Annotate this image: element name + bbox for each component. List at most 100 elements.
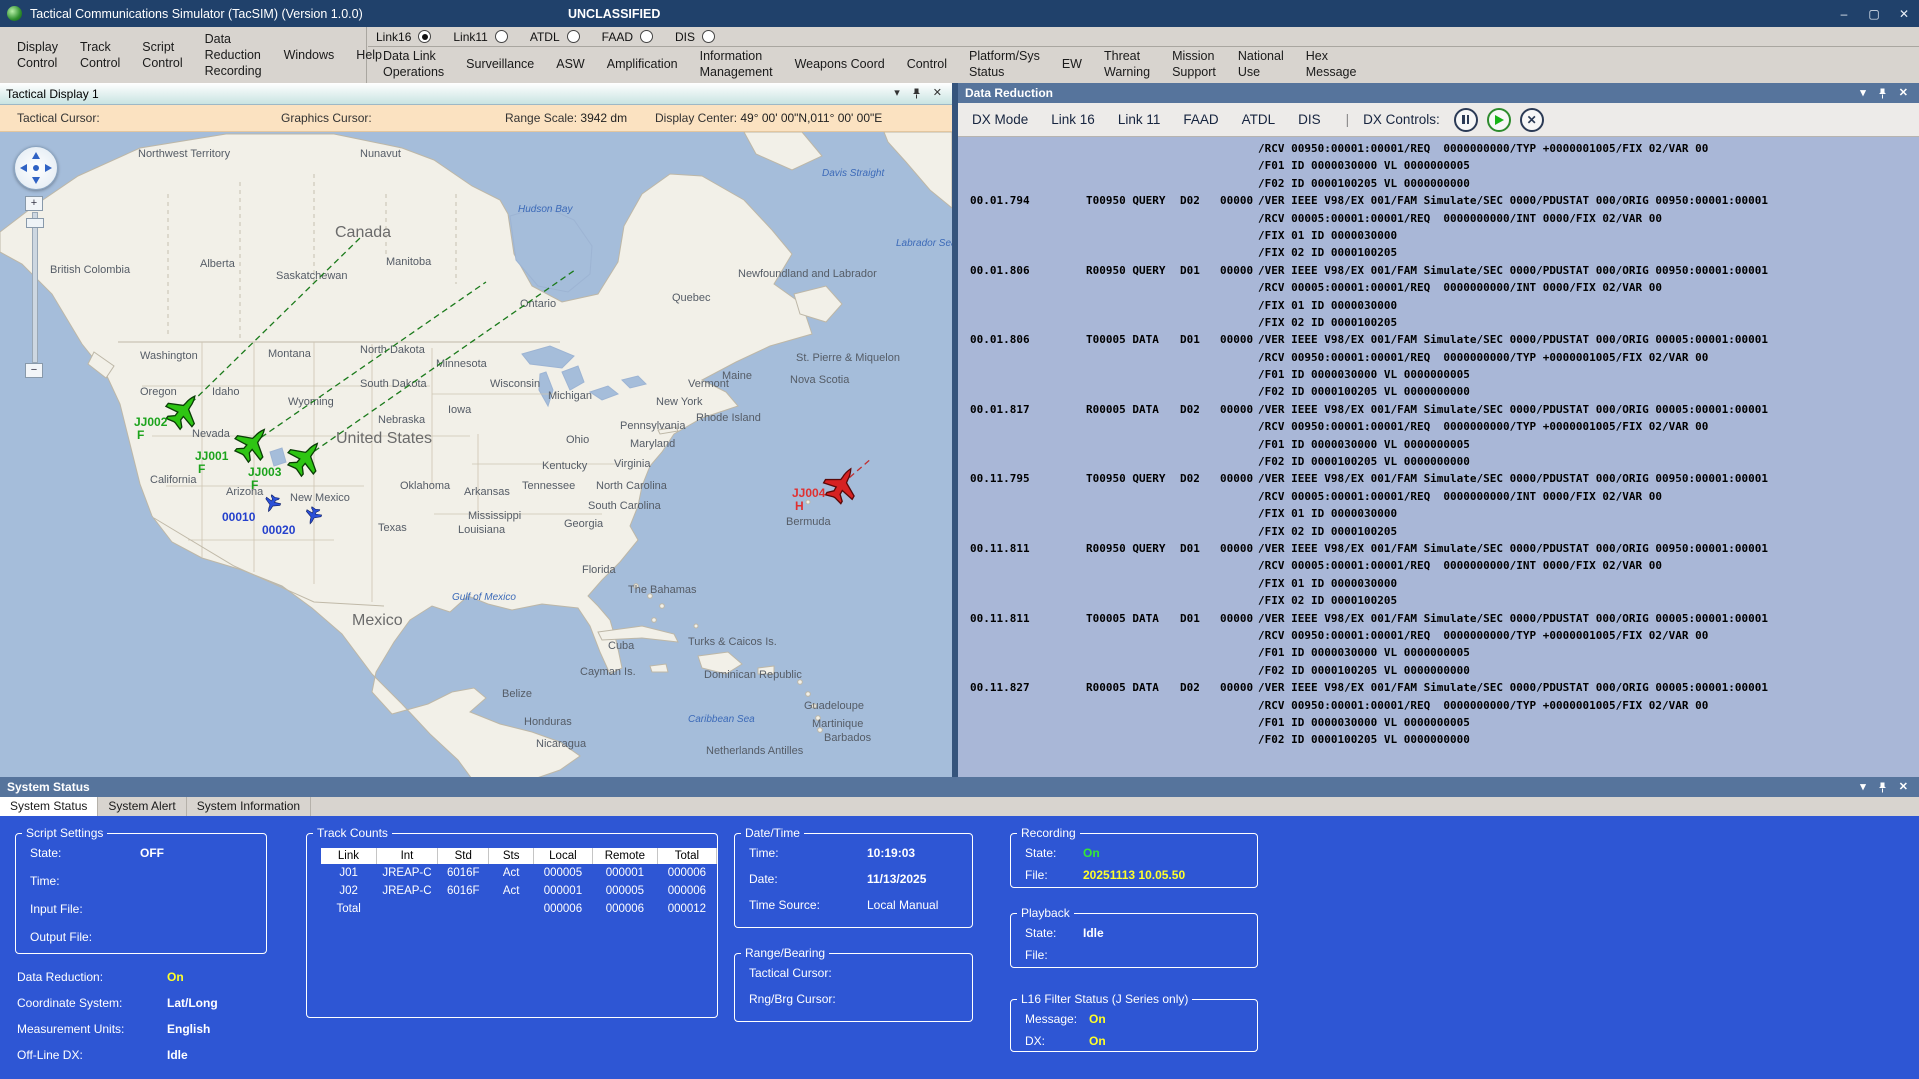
tab-system-status[interactable]: System Status (0, 797, 98, 816)
ribbon-tab-surveillance[interactable]: Surveillance (455, 55, 545, 75)
track-suffix: F (248, 479, 281, 492)
map-pan-control[interactable] (14, 146, 58, 190)
close-button[interactable]: ✕ (1889, 0, 1919, 27)
log-cont-line: /RCV 00950:00001:00001/REQ 0000000000/TY… (958, 698, 1919, 715)
log-cont-line: /F02 ID 0000100205 VL 0000000000 (958, 384, 1919, 401)
menu-item-script-control[interactable]: Script Control (131, 37, 193, 74)
ribbon-tab-platform-sys-status[interactable]: Platform/Sys Status (958, 47, 1051, 82)
dx-mode-link-11[interactable]: Link 11 (1118, 112, 1161, 127)
dx-mode-atdl[interactable]: ATDL (1242, 112, 1276, 127)
status-label: Output File: (30, 930, 92, 944)
log-text: /VER IEEE V98/EX 001/FAM Simulate/SEC 00… (1258, 542, 1768, 555)
dx-mode-link-16[interactable]: Link 16 (1051, 112, 1095, 127)
panel-pin-button[interactable] (1878, 782, 1887, 793)
log-cont-line: /F01 ID 0000030000 VL 0000000005 (958, 645, 1919, 662)
panel-collapse-button[interactable]: ▾ (894, 88, 900, 99)
ribbon-tab-weapons-coord[interactable]: Weapons Coord (784, 55, 896, 75)
zoom-out-button[interactable]: − (25, 363, 43, 378)
dx-mode-dis[interactable]: DIS (1298, 112, 1321, 127)
panel-pin-button[interactable] (1878, 88, 1887, 99)
pan-down-icon[interactable] (32, 177, 40, 184)
log-text: /FIX 02 ID 0000100205 (1258, 246, 1397, 259)
status-label: Time Source: (749, 898, 820, 912)
radio-circle-icon[interactable] (702, 30, 715, 43)
status-label: Date: (749, 872, 778, 886)
panel-close-button[interactable]: ✕ (1899, 782, 1908, 793)
status-row-data-reduction: Data Reduction:On (15, 968, 285, 994)
link-radio-link16[interactable]: Link16 (376, 30, 431, 44)
ribbon-tab-threat-warning[interactable]: Threat Warning (1093, 47, 1161, 82)
log-text: /VER IEEE V98/EX 001/FAM Simulate/SEC 00… (1258, 194, 1768, 207)
track-counts-row: J01JREAP-C6016FAct000005000001000006 (321, 864, 717, 882)
map-canvas[interactable]: CanadaUnited StatesMexicoNorthwest Terri… (0, 132, 952, 777)
status-row-dx: DX:On (1017, 1032, 1251, 1054)
zoom-slider-track[interactable] (32, 212, 38, 363)
ribbon-tab-hex-message[interactable]: Hex Message (1295, 47, 1368, 82)
link-radio-link11[interactable]: Link11 (453, 30, 507, 44)
dx-pause-button[interactable] (1454, 108, 1478, 132)
dx-message-log[interactable]: /RCV 00950:00001:00001/REQ 0000000000/TY… (958, 137, 1919, 777)
link-radio-dis[interactable]: DIS (675, 30, 715, 44)
log-text: /VER IEEE V98/EX 001/FAM Simulate/SEC 00… (1258, 612, 1768, 625)
track-counts-cell: J01 (321, 864, 376, 882)
pan-right-icon[interactable] (45, 164, 52, 172)
menu-bar: Display ControlTrack ControlScript Contr… (0, 27, 367, 83)
ribbon-tab-data-link-operations[interactable]: Data Link Operations (372, 47, 455, 82)
dx-mode-faad[interactable]: FAAD (1183, 112, 1218, 127)
log-header-line: 00.01.817R00005 DATAD0200000/VER IEEE V9… (958, 402, 1919, 419)
panel-collapse-button[interactable]: ▾ (1860, 782, 1866, 793)
track-counts-header-std: Std (438, 848, 489, 864)
log-cont-line: /F02 ID 0000100205 VL 0000000000 (958, 454, 1919, 471)
ribbon-tab-information-management[interactable]: Information Management (689, 47, 784, 82)
range-bearing-legend: Range/Bearing (741, 946, 829, 960)
pan-up-icon[interactable] (32, 152, 40, 159)
link-radio-row: Link16 Link11 ATDL FAAD DIS (368, 27, 1919, 47)
link-radio-atdl[interactable]: ATDL (530, 30, 580, 44)
classification-banner: UNCLASSIFIED (568, 7, 660, 21)
log-text: /RCV 00950:00001:00001/REQ 0000000000/TY… (1258, 420, 1708, 433)
ribbon-tab-amplification[interactable]: Amplification (596, 55, 689, 75)
zoom-slider-handle[interactable] (26, 218, 44, 228)
menu-item-track-control[interactable]: Track Control (69, 37, 131, 74)
ribbon-tab-control[interactable]: Control (896, 55, 958, 75)
radio-circle-icon[interactable] (567, 30, 580, 43)
status-value: On (1089, 1012, 1106, 1026)
dx-mode-dx-mode[interactable]: DX Mode (972, 112, 1028, 127)
pan-left-icon[interactable] (20, 164, 27, 172)
dx-stop-button[interactable]: ✕ (1520, 108, 1544, 132)
tab-system-information[interactable]: System Information (187, 797, 311, 816)
log-cont-line: /FIX 01 ID 0000030000 (958, 298, 1919, 315)
status-label: Coordinate System: (17, 996, 122, 1010)
menu-item-windows[interactable]: Windows (273, 45, 346, 65)
track-counts-group: Track Counts LinkIntStdStsLocalRemoteTot… (306, 826, 718, 1018)
panel-pin-button[interactable] (912, 88, 921, 99)
link-radio-faad[interactable]: FAAD (602, 30, 653, 44)
panel-collapse-button[interactable]: ▾ (1860, 88, 1866, 99)
radio-circle-icon[interactable] (418, 30, 431, 43)
dx-play-button[interactable] (1487, 108, 1511, 132)
tab-system-alert[interactable]: System Alert (98, 797, 186, 816)
status-label: Input File: (30, 902, 83, 916)
ribbon-tab-national-use[interactable]: National Use (1227, 47, 1295, 82)
log-text: /RCV 00005:00001:00001/REQ 0000000000/IN… (1258, 490, 1662, 503)
ribbon-tab-asw[interactable]: ASW (545, 55, 595, 75)
menu-item-display-control[interactable]: Display Control (6, 37, 69, 74)
minimize-button[interactable]: – (1829, 0, 1859, 27)
window-title: Tactical Communications Simulator (TacSI… (30, 7, 363, 21)
panel-close-button[interactable]: ✕ (1899, 88, 1908, 99)
menu-item-data-reduction-recording[interactable]: Data Reduction Recording (194, 29, 273, 82)
log-text: /RCV 00950:00001:00001/REQ 0000000000/TY… (1258, 699, 1708, 712)
track-counts-cell: 6016F (438, 882, 489, 900)
log-text: /VER IEEE V98/EX 001/FAM Simulate/SEC 00… (1258, 681, 1768, 694)
pan-center-icon[interactable] (33, 165, 39, 171)
radio-circle-icon[interactable] (640, 30, 653, 43)
status-label: File: (1025, 868, 1048, 882)
maximize-button[interactable]: ▢ (1859, 0, 1889, 27)
panel-close-button[interactable]: ✕ (933, 88, 942, 99)
ribbon-tab-mission-support[interactable]: Mission Support (1161, 47, 1227, 82)
ribbon-tab-ew[interactable]: EW (1051, 55, 1093, 75)
radio-circle-icon[interactable] (495, 30, 508, 43)
zoom-in-button[interactable]: + (25, 196, 43, 211)
log-entry: 00.11.827R00005 DATAD0200000/VER IEEE V9… (958, 680, 1919, 750)
log-header-line: 00.01.806R00950 QUERYD0100000/VER IEEE V… (958, 263, 1919, 280)
